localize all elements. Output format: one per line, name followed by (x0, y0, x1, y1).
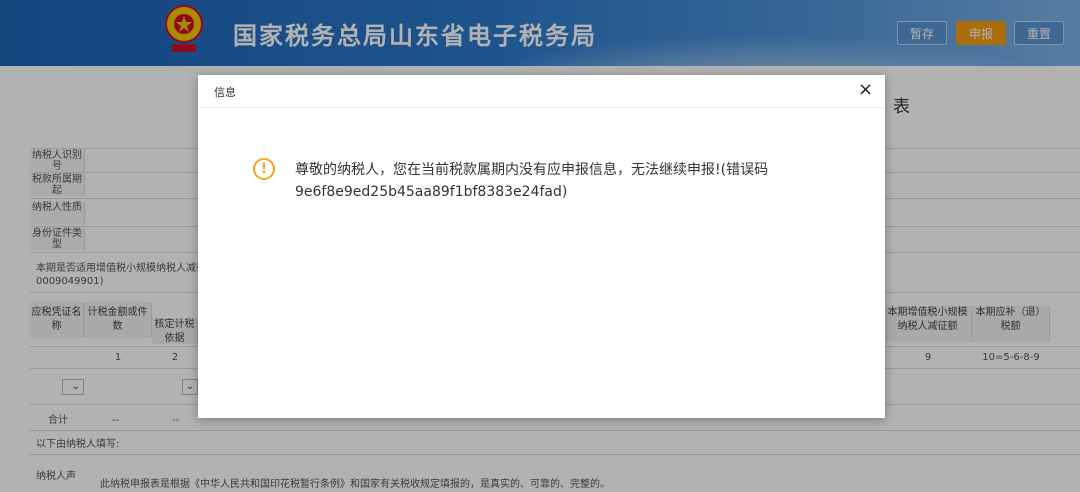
dialog-header: 信息 × (198, 75, 885, 108)
dialog-message: 尊敬的纳税人，您在当前税款属期内没有应申报信息，无法继续申报!(错误码9e6f8… (295, 162, 769, 200)
dialog-title: 信息 (214, 86, 236, 99)
warning-icon: ! (253, 158, 275, 180)
close-icon[interactable]: × (858, 80, 873, 100)
info-dialog: 信息 × ! 尊敬的纳税人，您在当前税款属期内没有应申报信息，无法继续申报!(错… (198, 75, 885, 418)
